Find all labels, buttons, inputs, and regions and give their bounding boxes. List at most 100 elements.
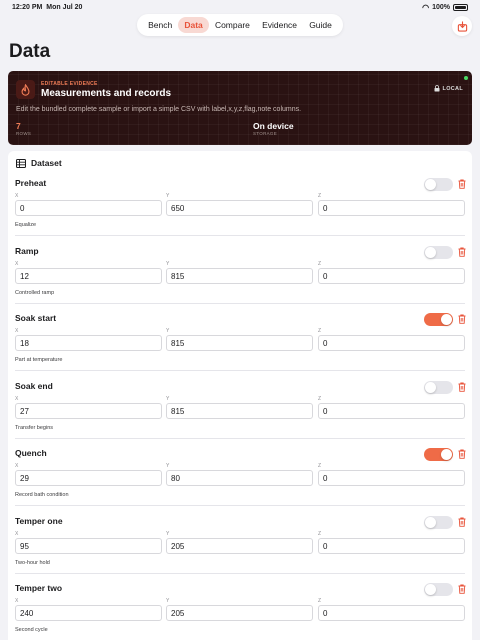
y-label: Y	[166, 260, 170, 267]
tab-bench[interactable]: Bench	[142, 17, 178, 33]
x-field[interactable]: 18	[15, 335, 162, 351]
local-badge: LOCAL	[434, 85, 463, 92]
x-label: X	[15, 598, 19, 604]
row-label: Ramp	[15, 245, 39, 256]
y-field[interactable]: 815	[166, 267, 313, 284]
row-note: Controlled ramp	[15, 289, 55, 296]
flag-toggle[interactable]	[424, 313, 453, 326]
tab-guide[interactable]: Guide	[303, 17, 338, 33]
toggle-knob	[425, 584, 436, 595]
trash-icon[interactable]	[458, 584, 466, 594]
y-label: Y	[166, 530, 170, 537]
import-icon	[457, 20, 467, 32]
y-field[interactable]: 815	[166, 335, 313, 351]
row-note: Transfer begins	[15, 424, 54, 431]
dataset-row: Temper one X Y Z 95 205 0 Two-hour hold	[8, 515, 472, 583]
flame-icon	[16, 80, 35, 99]
import-button[interactable]	[452, 16, 472, 36]
flag-toggle[interactable]	[424, 380, 453, 394]
trash-icon[interactable]	[458, 517, 466, 527]
flag-toggle[interactable]	[424, 448, 453, 461]
y-label: Y	[166, 598, 170, 604]
row-label: Temper one	[15, 515, 63, 526]
y-label: Y	[166, 395, 170, 402]
z-label: Z	[318, 193, 322, 199]
flag-toggle[interactable]	[424, 178, 453, 191]
z-field[interactable]: 0	[318, 267, 465, 284]
wifi-icon: ◠	[422, 3, 430, 12]
row-divider	[15, 505, 465, 506]
flag-toggle[interactable]	[424, 583, 453, 596]
y-field[interactable]: 205	[166, 605, 313, 621]
y-field[interactable]: 205	[166, 537, 313, 554]
y-field[interactable]: 80	[166, 470, 313, 486]
storage-value: On device	[253, 121, 294, 131]
row-label: Quench	[15, 448, 47, 458]
x-field[interactable]: 95	[15, 537, 162, 554]
row-divider	[15, 235, 465, 236]
row-note: Two-hour hold	[15, 559, 50, 566]
evidence-card: EDITABLE EVIDENCE Measurements and recor…	[8, 71, 472, 145]
z-field[interactable]: 0	[318, 470, 465, 486]
storage-label: STORAGE	[253, 131, 278, 136]
hero-title: Measurements and records	[41, 88, 172, 99]
row-divider	[15, 302, 465, 304]
status-dot	[464, 76, 468, 80]
y-label: Y	[166, 463, 170, 469]
dataset-row: Ramp X Y Z 12 815 0 Controlled ramp	[8, 245, 472, 313]
toggle-knob	[425, 381, 436, 393]
row-label: Temper two	[15, 583, 63, 593]
trash-icon[interactable]	[458, 449, 466, 459]
tab-data[interactable]: Data	[178, 17, 209, 33]
y-field[interactable]: 815	[166, 402, 313, 419]
trash-icon[interactable]	[458, 382, 466, 392]
row-label: Soak start	[15, 313, 57, 323]
row-divider	[15, 437, 465, 439]
toggle-knob	[425, 246, 436, 258]
hero-kicker: EDITABLE EVIDENCE	[41, 81, 98, 87]
dataset-card: Dataset Preheat X Y Z 0 650 0 Equalize R…	[8, 151, 472, 640]
toggle-knob	[425, 179, 436, 190]
z-field[interactable]: 0	[318, 537, 465, 554]
y-label: Y	[166, 328, 170, 334]
dataset-row: Temper two X Y Z 240 205 0 Second cycle	[8, 583, 472, 640]
z-label: Z	[318, 530, 322, 537]
dataset-row: Preheat X Y Z 0 650 0 Equalize	[8, 178, 472, 245]
rows-count: 7	[16, 121, 21, 131]
page-title: Data	[9, 41, 51, 62]
flag-toggle[interactable]	[424, 245, 453, 259]
row-note: Second cycle	[15, 627, 48, 633]
trash-icon[interactable]	[458, 247, 466, 257]
tab-compare[interactable]: Compare	[209, 17, 256, 33]
row-divider	[15, 370, 465, 371]
dataset-header: Dataset	[16, 158, 62, 168]
toggle-knob	[441, 449, 452, 460]
x-field[interactable]: 29	[15, 470, 162, 486]
dataset-row: Quench X Y Z 29 80 0 Record bath conditi…	[8, 448, 472, 515]
z-label: Z	[318, 463, 322, 469]
z-field[interactable]: 0	[318, 605, 465, 621]
x-label: X	[15, 395, 19, 402]
z-field[interactable]: 0	[318, 200, 465, 216]
z-field[interactable]: 0	[318, 402, 465, 419]
dataset-row: Soak end X Y Z 27 815 0 Transfer begins	[8, 380, 472, 448]
status-right: ◠ 100%	[422, 3, 468, 12]
tab-evidence[interactable]: Evidence	[256, 17, 303, 33]
flag-toggle[interactable]	[424, 515, 453, 529]
lock-icon	[434, 85, 440, 92]
x-field[interactable]: 240	[15, 605, 162, 621]
row-label: Preheat	[15, 178, 47, 188]
row-label: Soak end	[15, 380, 53, 391]
trash-icon[interactable]	[458, 179, 466, 189]
x-field[interactable]: 0	[15, 200, 162, 216]
tab-bar: Bench Data Compare Evidence Guide	[137, 14, 343, 36]
x-field[interactable]: 27	[15, 402, 162, 419]
table-icon	[16, 158, 26, 168]
z-label: Z	[318, 598, 322, 604]
z-label: Z	[318, 395, 322, 402]
y-field[interactable]: 650	[166, 200, 313, 216]
trash-icon[interactable]	[458, 314, 466, 324]
x-field[interactable]: 12	[15, 267, 162, 284]
row-note: Part at temperature	[15, 357, 63, 363]
z-field[interactable]: 0	[318, 335, 465, 351]
